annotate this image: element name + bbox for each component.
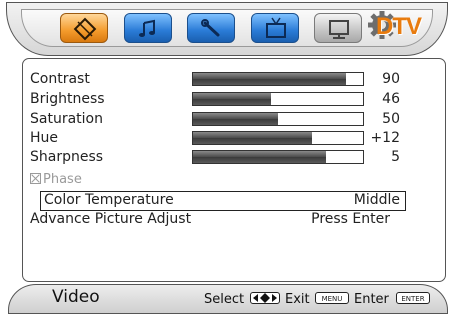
setting-value: 46 (382, 91, 400, 107)
level-bar[interactable] (192, 92, 364, 106)
picture-adjust-icon (73, 17, 97, 41)
level-bar[interactable] (192, 112, 364, 126)
tab-setup[interactable] (187, 13, 235, 43)
setting-label: Hue (30, 130, 59, 146)
setting-label: Advance Picture Adjust (30, 211, 192, 227)
enter-hint: Enter (354, 292, 389, 307)
level-bar[interactable] (192, 150, 364, 164)
level-bar[interactable] (192, 72, 364, 86)
menu-key-icon: MENU (315, 292, 349, 304)
setting-label: Saturation (30, 111, 103, 127)
setting-label: Sharpness (30, 149, 104, 165)
setting-label: Brightness (30, 91, 105, 107)
setting-color-temperature[interactable]: Color Temperature Middle (44, 191, 400, 210)
tv-icon (266, 17, 286, 38)
music-note-icon (139, 19, 155, 37)
tab-sound[interactable] (124, 13, 172, 43)
tab-tv[interactable] (251, 13, 299, 43)
dtv-logo-text: DTV (376, 13, 422, 40)
phase-label: Phase (43, 172, 82, 187)
level-bar[interactable] (192, 131, 364, 145)
setting-value: 5 (391, 149, 400, 165)
setting-label: Color Temperature (44, 192, 174, 208)
level-bar-fill (193, 73, 346, 85)
tab-pc[interactable] (314, 13, 362, 43)
phase-row: Phase (30, 170, 82, 189)
enter-key-icon: ENTER (396, 292, 430, 304)
monitor-icon (329, 20, 349, 39)
left-right-arrows-icon (253, 293, 277, 303)
wrench-icon (201, 19, 220, 37)
level-bar-fill (193, 113, 278, 125)
arrow-keys-icon (250, 292, 280, 304)
level-bar-fill (193, 93, 272, 105)
disabled-box-icon (30, 173, 41, 184)
section-title: Video (52, 287, 100, 307)
select-hint: Select (204, 292, 245, 307)
setting-value: 90 (382, 71, 400, 87)
setting-value: Press Enter (311, 211, 390, 227)
setting-advance-picture-adjust[interactable]: Advance Picture Adjust Press Enter (30, 210, 390, 229)
setting-value: 50 (382, 111, 400, 127)
exit-hint: Exit (285, 292, 310, 307)
level-bar-fill (193, 151, 326, 163)
setting-label: Contrast (30, 71, 90, 87)
setting-value: Middle (353, 192, 400, 208)
setting-value: +12 (370, 130, 400, 146)
tab-picture[interactable] (60, 13, 108, 43)
level-bar-fill (193, 132, 312, 144)
